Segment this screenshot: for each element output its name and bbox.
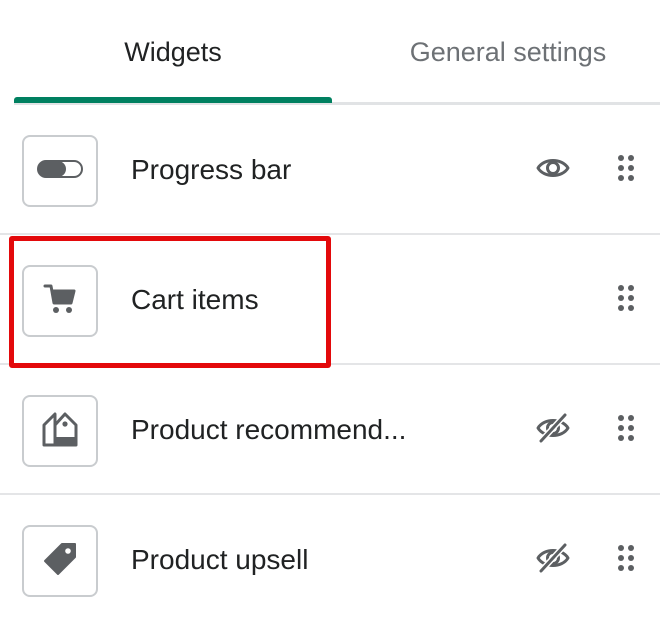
toggle-pill-icon — [37, 159, 83, 183]
price-tag-icon — [42, 541, 78, 582]
active-tab-indicator — [14, 97, 332, 103]
drag-handle-icon — [616, 154, 636, 187]
widget-row-cart-items[interactable]: Cart items — [0, 235, 660, 365]
widget-thumbnail — [22, 525, 98, 597]
drag-handle[interactable] — [612, 413, 640, 447]
widget-thumbnail — [22, 135, 98, 207]
product-tags-icon — [41, 411, 79, 452]
widget-thumbnail — [22, 395, 98, 467]
widget-label: Progress bar — [131, 154, 292, 185]
tab-widgets[interactable]: Widgets — [14, 0, 332, 104]
visibility-toggle[interactable] — [534, 542, 572, 578]
widget-thumbnail — [22, 265, 98, 337]
eye-icon — [536, 156, 570, 185]
widget-row-product-recommendations[interactable]: Product recommend... — [0, 365, 660, 495]
eye-slash-icon — [536, 542, 570, 578]
drag-handle[interactable] — [612, 543, 640, 577]
widgets-panel: Widgets General settings Progress bar Ca… — [0, 0, 660, 620]
cart-icon — [43, 283, 77, 320]
widget-label: Cart items — [131, 284, 259, 315]
eye-slash-icon — [536, 412, 570, 448]
drag-handle[interactable] — [612, 283, 640, 317]
tab-general-settings[interactable]: General settings — [340, 0, 660, 104]
widget-row-progress-bar[interactable]: Progress bar — [0, 105, 660, 235]
tab-bar: Widgets General settings — [0, 0, 660, 105]
widget-row-product-upsell[interactable]: Product upsell — [0, 495, 660, 620]
drag-handle-icon — [616, 544, 636, 577]
visibility-toggle[interactable] — [534, 153, 572, 187]
drag-handle-icon — [616, 414, 636, 447]
visibility-toggle[interactable] — [534, 412, 572, 448]
widget-label: Product recommend... — [131, 414, 407, 445]
drag-handle[interactable] — [612, 153, 640, 187]
drag-handle-icon — [616, 284, 636, 317]
widget-label: Product upsell — [131, 544, 309, 575]
